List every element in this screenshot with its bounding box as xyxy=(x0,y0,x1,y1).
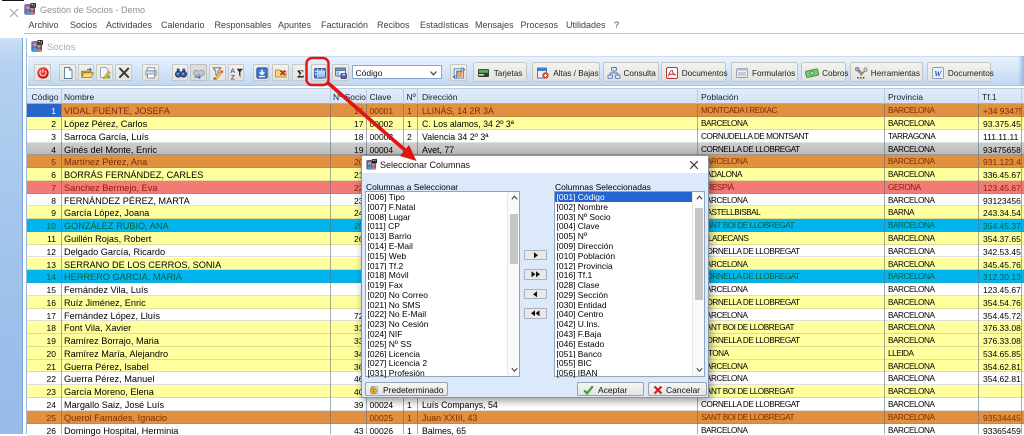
svg-text:Z: Z xyxy=(230,75,234,80)
svg-text:Σ: Σ xyxy=(297,69,304,81)
